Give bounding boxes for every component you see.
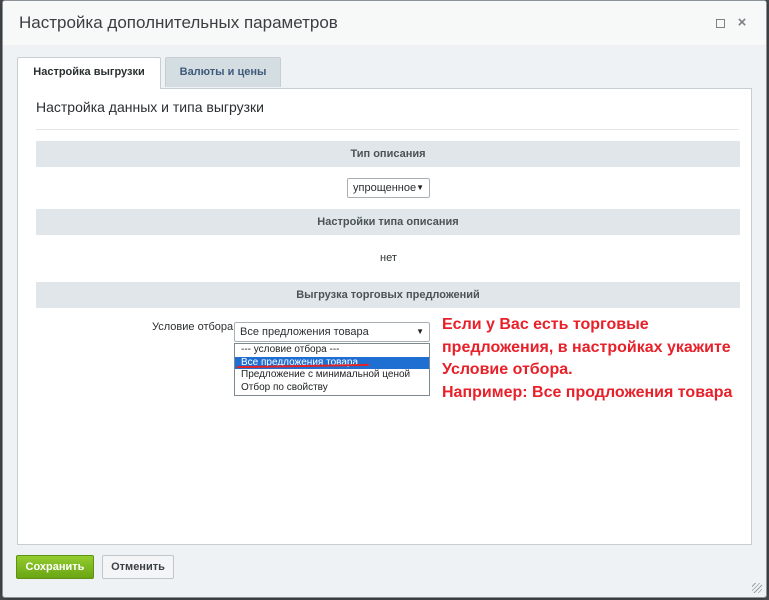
offer-filter-select[interactable]: Все предложения товара ▼	[234, 322, 430, 342]
annotation-line: предложения, в настройках укажите	[442, 338, 731, 356]
save-button[interactable]: Сохранить	[16, 555, 94, 579]
annotation-line: Условие отбора.	[442, 361, 573, 378]
chevron-down-icon: ▼	[416, 183, 424, 192]
section-description-type: Тип описания	[36, 141, 740, 167]
offer-filter-label: Условие отбора	[152, 321, 234, 333]
dialog-titlebar[interactable]: Настройка дополнительных параметров ×	[3, 1, 766, 45]
dialog-title: Настройка дополнительных параметров	[19, 13, 338, 32]
resize-handle[interactable]	[752, 583, 762, 593]
settings-dialog: Настройка дополнительных параметров × На…	[2, 0, 767, 598]
close-icon[interactable]: ×	[736, 15, 748, 30]
tab-export-settings[interactable]: Настройка выгрузки	[17, 57, 161, 89]
maximize-icon[interactable]	[714, 17, 726, 29]
offer-filter-value: Все предложения товара	[240, 326, 369, 338]
option-placeholder[interactable]: --- условие отбора ---	[235, 344, 429, 357]
cancel-button[interactable]: Отменить	[102, 555, 174, 579]
option-by-property[interactable]: Отбор по свойству	[235, 382, 429, 395]
tab-currencies-prices[interactable]: Валюты и цены	[165, 57, 281, 87]
section-description-settings: Настройки типа описания	[36, 209, 740, 235]
offer-filter-options: --- условие отбора --- Все предложения т…	[234, 343, 430, 396]
divider	[36, 129, 739, 130]
description-settings-value: нет	[380, 252, 397, 264]
annotation-line: Если у Вас есть торговые	[442, 316, 649, 333]
panel-heading: Настройка данных и типа выгрузки	[36, 99, 264, 115]
annotation-text: Если у Вас есть торговые предложения, в …	[442, 314, 762, 404]
description-type-value: упрощенное	[353, 182, 417, 194]
annotation-line: Например: Все продложения товара	[442, 383, 733, 401]
description-type-select[interactable]: упрощенное ▼	[347, 178, 430, 198]
section-offers-export: Выгрузка торговых предложений	[36, 282, 740, 308]
chevron-down-icon: ▼	[416, 327, 424, 336]
option-min-price[interactable]: Предложение с минимальной ценой	[235, 369, 429, 382]
